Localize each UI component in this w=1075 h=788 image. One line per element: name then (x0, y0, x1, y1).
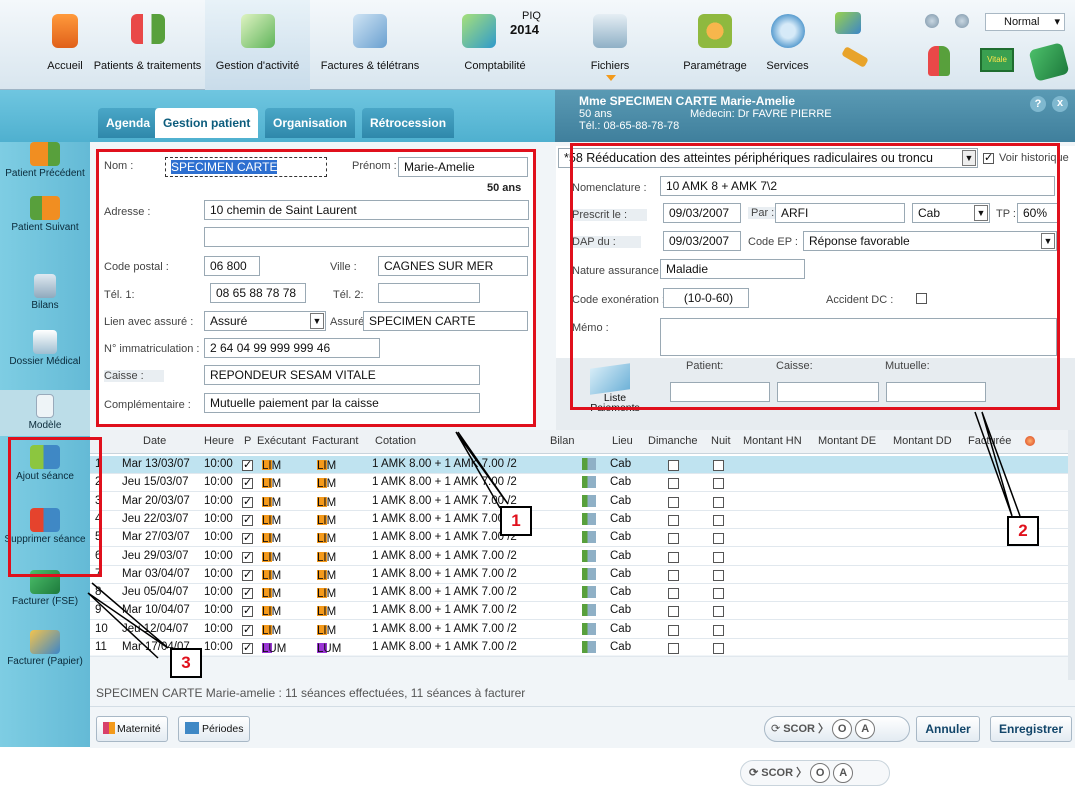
annotation-lines (87, 411, 1021, 659)
callout-1: 1 (500, 506, 532, 536)
callout-3: 3 (170, 648, 202, 678)
callout-2: 2 (1007, 516, 1039, 546)
